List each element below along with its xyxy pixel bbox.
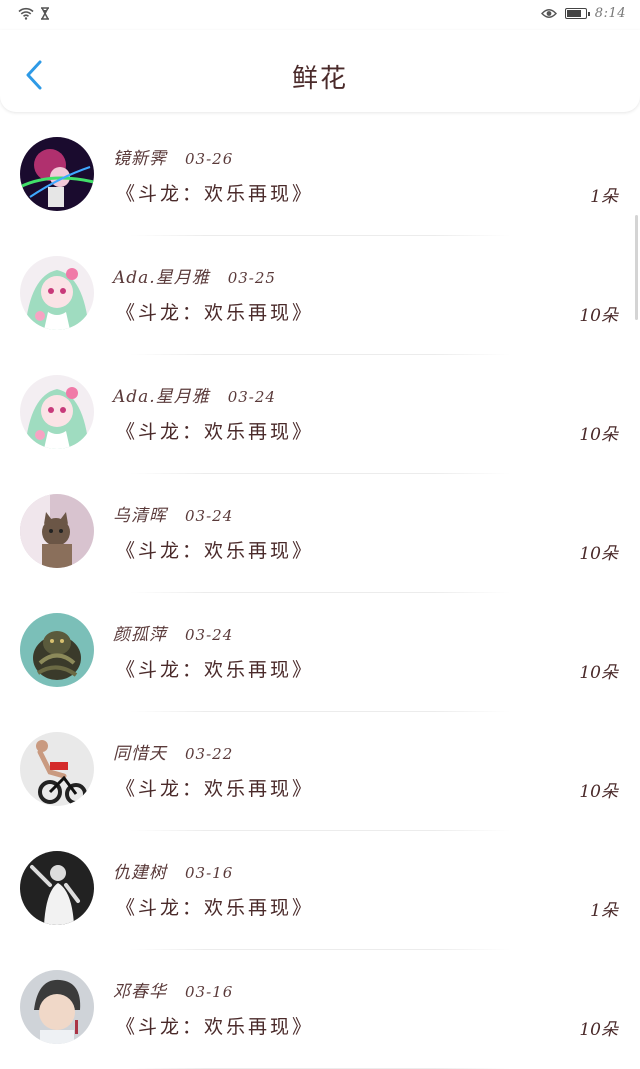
gift-date: 03-16: [185, 864, 234, 882]
avatar[interactable]: [20, 494, 94, 568]
battery-icon: [564, 8, 590, 19]
avatar-image: [20, 137, 94, 211]
battery-level-fill: [566, 10, 581, 17]
page-title: 鲜花: [291, 64, 348, 94]
gift-date: 03-26: [185, 150, 234, 168]
book-title[interactable]: 《斗龙：欢乐再现》: [116, 774, 314, 801]
flower-count: 10朵: [579, 1020, 618, 1040]
gift-date: 03-16: [185, 983, 234, 1001]
user-name[interactable]: 同惜天: [113, 739, 167, 764]
list-item[interactable]: Ada.星月雅 03-25 《斗龙：欢乐再现》 10朵: [0, 236, 640, 355]
status-left-icons: [18, 7, 50, 20]
user-name[interactable]: 仇建树: [113, 858, 167, 883]
name-line: 颜孤萍 03-24: [113, 620, 233, 645]
gift-date: 03-24: [185, 626, 234, 644]
flower-gift-list: 镜新霁 03-26 《斗龙：欢乐再现》 1朵 Ada.星月雅 03-25 《斗龙：欢乐再现》…: [0, 117, 640, 1069]
hourglass-icon: [41, 7, 49, 20]
avatar[interactable]: [20, 375, 94, 449]
avatar[interactable]: [20, 613, 94, 687]
name-line: 镜新霁 03-26: [113, 144, 233, 169]
app-header: 鲜花: [0, 30, 640, 112]
name-line: Ada.星月雅 03-24: [113, 382, 276, 407]
flower-count: 10朵: [579, 306, 618, 326]
user-name[interactable]: 乌清晖: [113, 501, 167, 526]
scrollbar[interactable]: [635, 215, 638, 320]
status-time: 8:14: [594, 6, 626, 21]
gift-date: 03-25: [227, 269, 276, 287]
avatar[interactable]: [20, 851, 94, 925]
flower-count: 10朵: [579, 425, 618, 445]
name-line: 邓春华 03-16: [113, 977, 233, 1002]
avatar-image: [20, 851, 94, 925]
user-name[interactable]: 镜新霁: [113, 144, 167, 169]
book-title[interactable]: 《斗龙：欢乐再现》: [116, 298, 314, 325]
list-item[interactable]: Ada.星月雅 03-24 《斗龙：欢乐再现》 10朵: [0, 355, 640, 474]
avatar-image: [20, 256, 94, 330]
flower-count: 1朵: [590, 901, 618, 921]
user-name[interactable]: Ada.星月雅: [113, 263, 210, 288]
book-title[interactable]: 《斗龙：欢乐再现》: [116, 893, 314, 920]
list-item[interactable]: 颜孤萍 03-24 《斗龙：欢乐再现》 10朵: [0, 593, 640, 712]
book-title[interactable]: 《斗龙：欢乐再现》: [116, 1012, 314, 1039]
eye-icon: [540, 9, 557, 18]
gift-date: 03-24: [185, 507, 234, 525]
book-title[interactable]: 《斗龙：欢乐再现》: [116, 655, 314, 682]
book-title[interactable]: 《斗龙：欢乐再现》: [116, 417, 314, 444]
list-item[interactable]: 乌清晖 03-24 《斗龙：欢乐再现》 10朵: [0, 474, 640, 593]
avatar-image: [20, 494, 94, 568]
list-item[interactable]: 镜新霁 03-26 《斗龙：欢乐再现》 1朵: [0, 117, 640, 236]
book-title[interactable]: 《斗龙：欢乐再现》: [116, 536, 314, 563]
user-name[interactable]: 颜孤萍: [113, 620, 167, 645]
status-bar: 8:14: [0, 0, 640, 30]
avatar[interactable]: [20, 732, 94, 806]
avatar[interactable]: [20, 970, 94, 1044]
book-title[interactable]: 《斗龙：欢乐再现》: [116, 179, 314, 206]
gift-date: 03-22: [185, 745, 234, 763]
list-item[interactable]: 邓春华 03-16 《斗龙：欢乐再现》 10朵: [0, 950, 640, 1069]
flower-count: 10朵: [579, 663, 618, 683]
name-line: 仇建树 03-16: [113, 858, 233, 883]
flower-count: 1朵: [590, 187, 618, 207]
name-line: Ada.星月雅 03-25: [113, 263, 276, 288]
avatar-image: [20, 970, 94, 1044]
gift-date: 03-24: [227, 388, 276, 406]
list-item[interactable]: 仇建树 03-16 《斗龙：欢乐再现》 1朵: [0, 831, 640, 950]
status-right-icons: 8:14: [540, 6, 626, 21]
avatar[interactable]: [20, 137, 94, 211]
avatar-image: [20, 732, 94, 806]
flower-count: 10朵: [579, 782, 618, 802]
flower-count: 10朵: [579, 544, 618, 564]
avatar[interactable]: [20, 256, 94, 330]
name-line: 同惜天 03-22: [113, 739, 233, 764]
avatar-image: [20, 613, 94, 687]
name-line: 乌清晖 03-24: [113, 501, 233, 526]
user-name[interactable]: 邓春华: [113, 977, 167, 1002]
user-name[interactable]: Ada.星月雅: [113, 382, 210, 407]
list-item[interactable]: 同惜天 03-22 《斗龙：欢乐再现》 10朵: [0, 712, 640, 831]
wifi-icon: [18, 7, 34, 20]
avatar-image: [20, 375, 94, 449]
